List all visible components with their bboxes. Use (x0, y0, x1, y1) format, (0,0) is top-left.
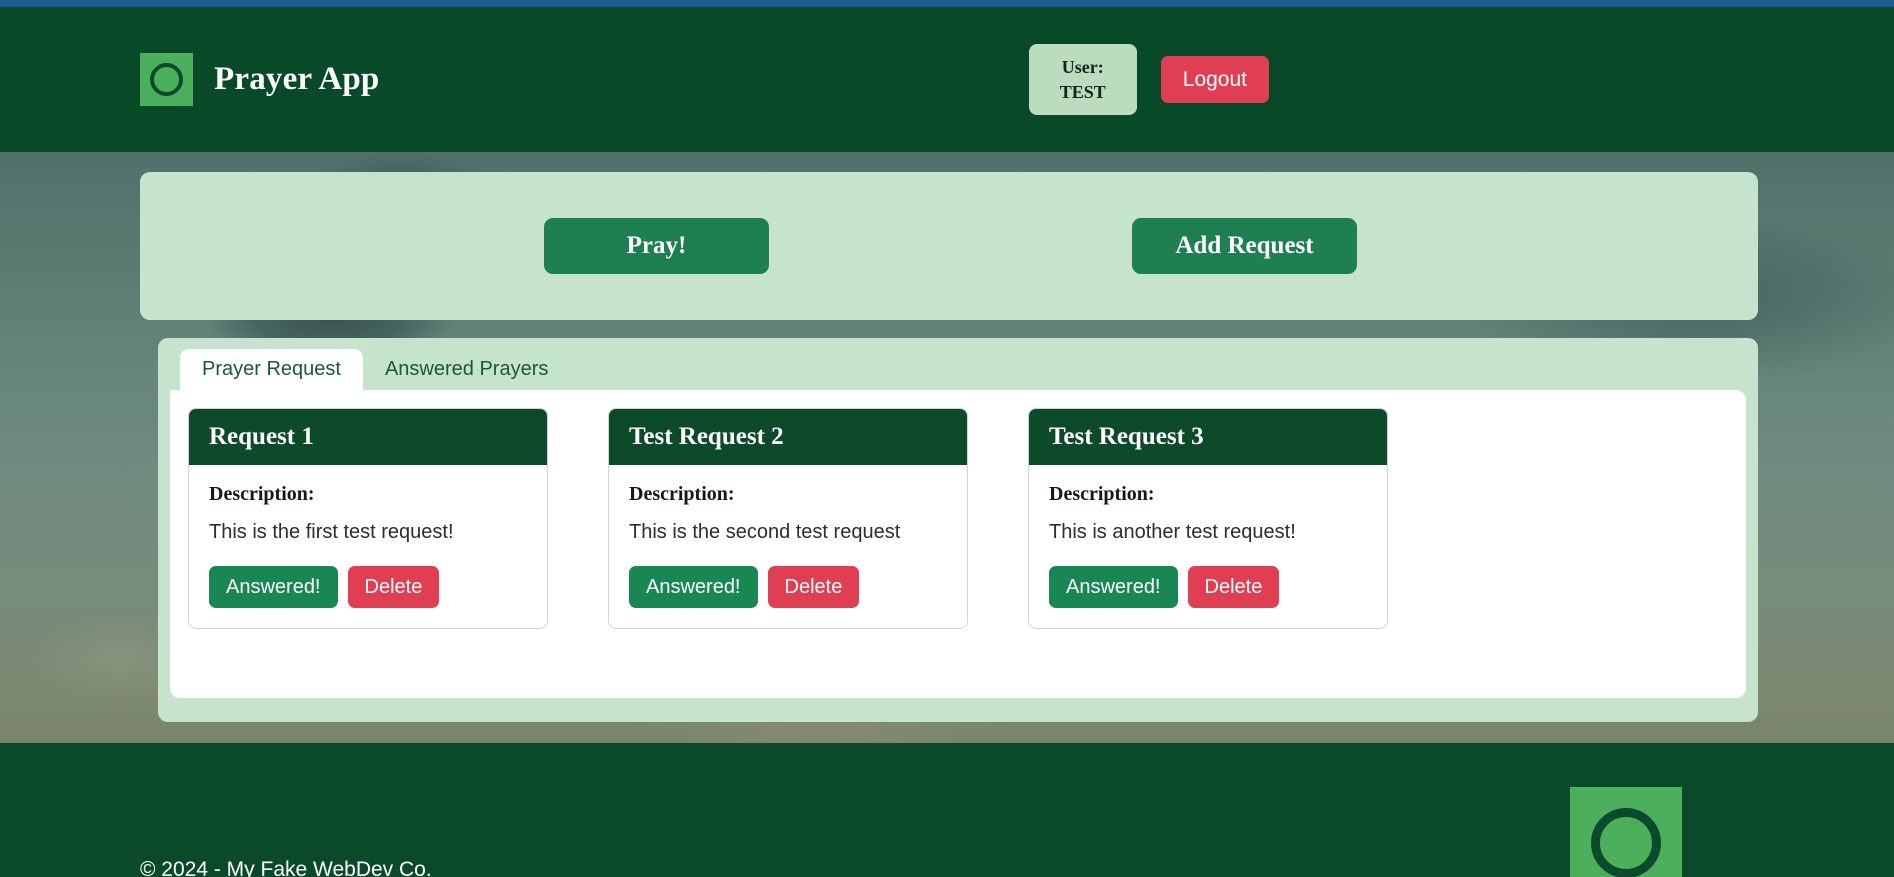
footer-copyright: © 2024 - My Fake WebDev Co. (140, 858, 432, 877)
answered-button[interactable]: Answered! (1049, 565, 1178, 608)
tab-answered-prayers[interactable]: Answered Prayers (363, 349, 570, 390)
request-card-actions: Answered! Delete (629, 565, 947, 608)
request-card-body: Description: This is the first test requ… (189, 465, 547, 628)
request-card: Test Request 2 Description: This is the … (608, 408, 968, 629)
logout-button[interactable]: Logout (1160, 56, 1269, 103)
brand[interactable]: Prayer App (140, 53, 379, 106)
description-label: Description: (629, 482, 735, 505)
logo-ring-shape (150, 63, 183, 96)
delete-button[interactable]: Delete (1187, 565, 1280, 608)
request-card-actions: Answered! Delete (209, 565, 527, 608)
request-card-body: Description: This is the second test req… (609, 465, 967, 628)
user-badge: User: TEST (1028, 44, 1137, 115)
description-text: This is the first test request! (209, 520, 454, 543)
request-card-title: Test Request 3 (1029, 409, 1387, 465)
answered-button[interactable]: Answered! (629, 565, 758, 608)
content-panel: Prayer Request Answered Prayers Request … (158, 338, 1758, 722)
tab-bar: Prayer Request Answered Prayers (170, 348, 1746, 390)
user-name: TEST (1059, 81, 1106, 102)
app-title: Prayer App (214, 61, 380, 97)
tab-panel-body: Request 1 Description: This is the first… (170, 390, 1746, 698)
description-text: This is the second test request (629, 520, 901, 543)
description-label: Description: (1049, 482, 1155, 505)
site-header: Prayer App User: TEST Logout (0, 7, 1894, 152)
circle-ring-logo-icon (140, 53, 193, 106)
footer-logo-ring-shape (1591, 808, 1661, 877)
footer-circle-ring-logo-icon (1570, 787, 1682, 877)
description-label: Description: (209, 482, 315, 505)
description-text: This is another test request! (1049, 520, 1296, 543)
request-card: Test Request 3 Description: This is anot… (1028, 408, 1388, 629)
header-right-group: User: TEST Logout (1028, 44, 1269, 115)
browser-chrome-strip (0, 0, 1894, 7)
delete-button[interactable]: Delete (767, 565, 860, 608)
request-card: Request 1 Description: This is the first… (188, 408, 548, 629)
delete-button[interactable]: Delete (347, 565, 440, 608)
request-card-body: Description: This is another test reques… (1029, 465, 1387, 628)
answered-button[interactable]: Answered! (209, 565, 338, 608)
action-panel: Pray! Add Request (140, 172, 1758, 320)
request-card-list: Request 1 Description: This is the first… (170, 408, 1388, 698)
request-card-actions: Answered! Delete (1049, 565, 1367, 608)
request-card-title: Test Request 2 (609, 409, 967, 465)
user-label: User: (1061, 57, 1104, 78)
pray-button[interactable]: Pray! (544, 218, 769, 274)
request-card-title: Request 1 (189, 409, 547, 465)
add-request-button[interactable]: Add Request (1132, 218, 1357, 274)
tab-prayer-request[interactable]: Prayer Request (180, 349, 363, 390)
